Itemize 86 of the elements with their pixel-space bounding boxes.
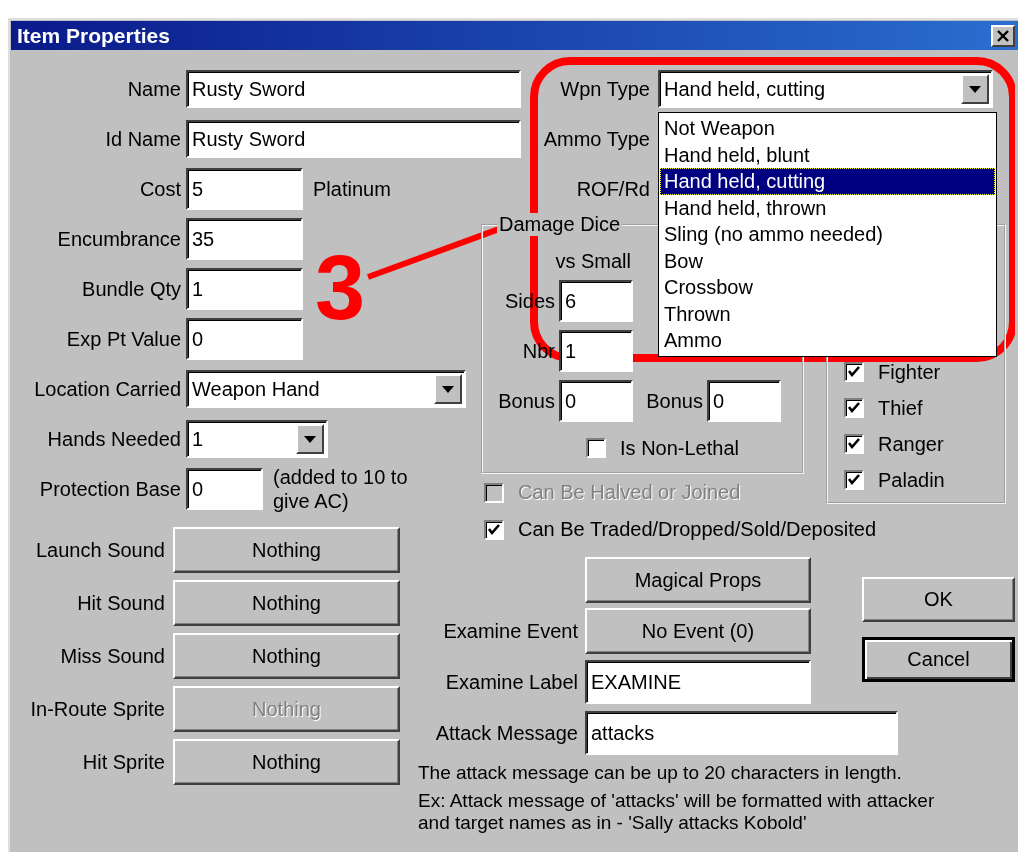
field-label: Ammo Type — [542, 127, 650, 151]
field-label: ROF/Rd — [575, 177, 650, 201]
dropdown-arrow-icon — [304, 435, 316, 443]
event-button[interactable]: No Event (0) — [585, 608, 811, 654]
checkbox[interactable] — [844, 470, 864, 490]
checkbox[interactable] — [844, 434, 864, 454]
field-label: Cost — [138, 177, 181, 201]
input-field[interactable]: EXAMINE — [585, 660, 811, 704]
magical-props-button[interactable]: Magical Props — [585, 557, 811, 603]
sound-label: Hit Sprite — [81, 750, 165, 774]
input-field[interactable]: 0 — [559, 380, 633, 422]
input-field[interactable]: 0 — [186, 318, 303, 360]
checkbox-label: Can Be Traded/Dropped/Sold/Deposited — [518, 518, 876, 541]
select-button[interactable]: Nothing — [173, 739, 400, 785]
check-icon — [487, 522, 501, 537]
field-label: Encumbrance — [56, 227, 181, 251]
dropdown-option[interactable]: Thrown — [660, 300, 995, 327]
field-label: Exp Pt Value — [65, 327, 181, 351]
checkbox-label: Paladin — [878, 468, 945, 492]
unit-label: Platinum — [313, 177, 391, 201]
dropdown-option[interactable]: Ammo — [660, 327, 995, 354]
input-field[interactable]: 6 — [559, 280, 633, 322]
field-label: Examine Label — [444, 670, 578, 694]
input-field[interactable]: 0 — [707, 380, 781, 422]
group-title: Damage Dice — [497, 213, 623, 236]
checkbox[interactable] — [844, 362, 864, 382]
close-icon — [996, 29, 1010, 42]
checkbox[interactable] — [484, 519, 504, 540]
checkbox-label: Ranger — [878, 432, 944, 456]
select-button[interactable]: Nothing — [173, 633, 400, 679]
check-icon — [847, 365, 861, 379]
select-button[interactable]: Nothing — [173, 580, 400, 626]
field-label: Attack Message — [434, 721, 578, 745]
check-icon — [847, 473, 861, 487]
sound-label: In-Route Sprite — [29, 697, 165, 721]
sound-label: Hit Sound — [76, 591, 165, 615]
dropdown-option[interactable]: Sling (no ammo needed) — [660, 221, 995, 248]
dropdown-field[interactable]: 1 — [186, 420, 328, 458]
input-field[interactable]: 5 — [186, 168, 303, 210]
annotation-number: 3 — [315, 243, 366, 333]
checkbox-label: Fighter — [878, 360, 941, 384]
dropdown-option[interactable]: Bow — [660, 247, 995, 274]
field-label: Hands Needed — [46, 427, 181, 451]
checkbox-label: Can Be Halved or Joined — [518, 481, 741, 504]
select-button[interactable]: Nothing — [173, 527, 400, 573]
field-label: Bundle Qty — [81, 277, 181, 301]
sound-label: Miss Sound — [59, 644, 165, 668]
field-label: Protection Base — [38, 477, 181, 501]
window-title: Item Properties — [17, 23, 170, 48]
checkbox-label: Is Non-Lethal — [620, 436, 739, 460]
dropdown-option[interactable]: Hand held, thrown — [660, 194, 995, 221]
checkbox[interactable] — [844, 398, 864, 418]
dropdown-arrow-icon — [442, 385, 454, 393]
dropdown-option[interactable]: Not Weapon — [660, 115, 995, 142]
field-label: Id Name — [104, 127, 181, 151]
input-field[interactable]: 1 — [186, 268, 303, 310]
dialog-button[interactable]: OK — [862, 577, 1015, 622]
column-heading: vs Small — [555, 249, 631, 274]
dropdown-field[interactable]: Hand held, cutting — [658, 70, 993, 108]
checkbox-label: Thief — [878, 396, 923, 420]
dropdown-field[interactable]: Weapon Hand — [186, 370, 466, 408]
help-text: Ex: Attack message of 'attacks' will be formatted with attacker and target names as in - 'Sally attacks Kobold' — [418, 790, 936, 834]
input-field[interactable]: 1 — [559, 330, 633, 372]
field-label: Bonus — [645, 389, 703, 413]
dropdown-option[interactable]: Hand held, blunt — [660, 141, 995, 168]
field-label: Bonus — [497, 389, 555, 413]
input-field[interactable]: Rusty Sword — [186, 70, 521, 108]
dropdown-option[interactable]: Crossbow — [660, 274, 995, 301]
input-field[interactable]: attacks — [585, 711, 898, 755]
dialog-button[interactable]: Cancel — [862, 637, 1015, 682]
hint-text: (added to 10 to give AC) — [273, 465, 409, 513]
field-label: Examine Event — [442, 619, 578, 643]
check-icon — [847, 401, 861, 415]
check-icon — [847, 437, 861, 451]
input-field[interactable]: 0 — [186, 468, 263, 510]
dropdown-arrow-icon — [969, 85, 981, 93]
sound-label: Launch Sound — [35, 538, 165, 562]
field-label: Location Carried — [33, 377, 181, 401]
checkbox[interactable] — [586, 438, 606, 458]
input-field[interactable]: 35 — [186, 218, 303, 260]
dropdown-option[interactable]: Hand held, cutting — [660, 168, 995, 195]
field-label: Name — [126, 77, 181, 101]
field-label: Wpn Type — [559, 77, 650, 101]
close-button[interactable] — [991, 24, 1015, 47]
help-text: The attack message can be up to 20 characters in length. — [418, 762, 903, 784]
input-field[interactable]: Rusty Sword — [186, 120, 521, 158]
